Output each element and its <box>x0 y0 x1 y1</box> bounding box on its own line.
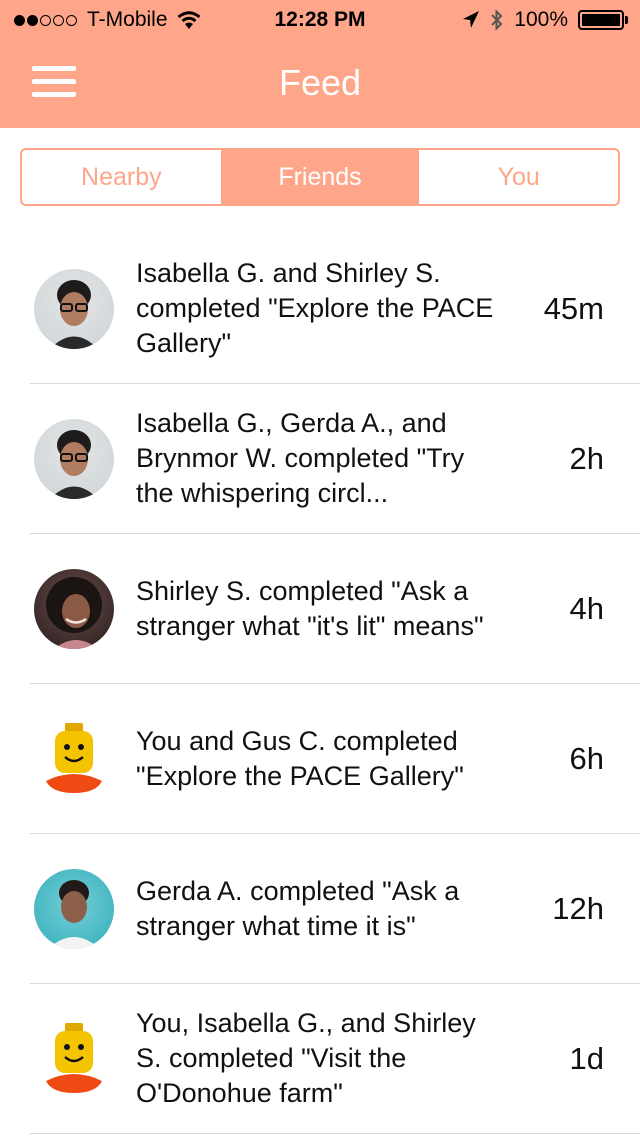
feed-item-time: 4h <box>569 590 604 626</box>
feed-filter-segmented-control: Nearby Friends You <box>20 148 620 206</box>
feed-item[interactable]: Shirley S. completed "Ask a stranger wha… <box>30 534 640 684</box>
feed-item[interactable]: Isabella G. and Shirley S. completed "Ex… <box>30 234 640 384</box>
feed-item-text: You, Isabella G., and Shirley S. complet… <box>136 1008 476 1108</box>
feed-item-time: 2h <box>569 440 604 476</box>
battery-icon <box>578 10 628 30</box>
woman-teal-background-avatar <box>34 868 114 949</box>
feed-item[interactable]: You and Gus C. completed "Explore the PA… <box>30 684 640 834</box>
feed-item[interactable]: You, Isabella G., and Shirley S. complet… <box>30 984 640 1134</box>
location-arrow-icon <box>463 11 480 28</box>
feed-item[interactable]: Isabella G., Gerda A., and Brynmor W. co… <box>30 384 640 534</box>
feed-item-text: Isabella G. and Shirley S. completed "Ex… <box>136 258 494 358</box>
lego-head-avatar <box>34 719 114 799</box>
feed-item-text: You and Gus C. completed "Explore the PA… <box>136 725 464 791</box>
feed-item-text: Isabella G., Gerda A., and Brynmor W. co… <box>136 408 465 508</box>
feed-item[interactable]: Gerda A. completed "Ask a stranger what … <box>30 834 640 984</box>
curly-hair-woman-avatar <box>34 568 114 649</box>
feed-item-time: 1d <box>569 1040 604 1076</box>
lego-head-avatar <box>34 1019 114 1099</box>
header-bar: T-Mobile 12:28 PM 100% Feed <box>0 0 640 128</box>
bluetooth-icon <box>491 9 503 31</box>
feed-item-time: 12h <box>552 890 604 926</box>
tab-friends[interactable]: Friends <box>220 150 420 204</box>
feed-item-text: Shirley S. completed "Ask a stranger wha… <box>136 575 484 641</box>
feed-item-text: Gerda A. completed "Ask a stranger what … <box>136 875 460 941</box>
tab-nearby[interactable]: Nearby <box>22 150 221 204</box>
battery-percent: 100% <box>514 8 568 31</box>
glasses-woman-avatar <box>34 418 114 499</box>
feed-item-time: 45m <box>543 290 604 326</box>
glasses-woman-avatar <box>34 268 114 349</box>
tab-you[interactable]: You <box>419 150 618 204</box>
feed-list: Isabella G. and Shirley S. completed "Ex… <box>0 234 640 1134</box>
feed-item-time: 6h <box>569 740 604 776</box>
status-bar: T-Mobile 12:28 PM 100% <box>0 0 640 40</box>
page-title: Feed <box>278 62 362 103</box>
